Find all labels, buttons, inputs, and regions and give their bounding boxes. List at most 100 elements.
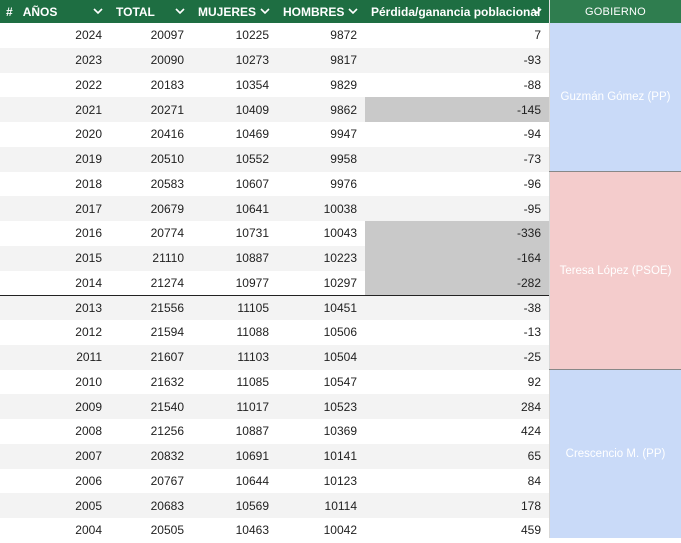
cell-year[interactable]: 2004 — [0, 518, 110, 543]
cell-women[interactable]: 10607 — [192, 172, 277, 197]
cell-total[interactable]: 20183 — [110, 73, 192, 98]
cell-total[interactable]: 20679 — [110, 196, 192, 221]
cell-women[interactable]: 10977 — [192, 271, 277, 296]
table-row[interactable]: 2006 20767 10644 10123 84 — [0, 469, 549, 494]
cell-diff[interactable]: 459 — [365, 518, 549, 543]
header-total[interactable]: TOTAL — [110, 0, 192, 23]
cell-diff[interactable]: -96 — [365, 172, 549, 197]
cell-diff[interactable]: -88 — [365, 73, 549, 98]
table-row[interactable]: 2004 20505 10463 10042 459 — [0, 518, 549, 543]
cell-diff[interactable]: -94 — [365, 122, 549, 147]
cell-women[interactable]: 10273 — [192, 48, 277, 73]
cell-year[interactable]: 2023 — [0, 48, 110, 73]
cell-total[interactable]: 21540 — [110, 394, 192, 419]
table-row[interactable]: 2020 20416 10469 9947 -94 — [0, 122, 549, 147]
header-years[interactable]: # AÑOS — [0, 0, 110, 23]
cell-year[interactable]: 2005 — [0, 493, 110, 518]
header-women[interactable]: MUJERES — [192, 0, 277, 23]
cell-total[interactable]: 20090 — [110, 48, 192, 73]
cell-women[interactable]: 11017 — [192, 394, 277, 419]
cell-diff[interactable]: 84 — [365, 469, 549, 494]
cell-year[interactable]: 2020 — [0, 122, 110, 147]
table-row[interactable]: 2022 20183 10354 9829 -88 — [0, 73, 549, 98]
cell-men[interactable]: 10141 — [277, 444, 365, 469]
cell-women[interactable]: 10641 — [192, 196, 277, 221]
cell-year[interactable]: 2014 — [0, 271, 110, 296]
cell-total[interactable]: 20510 — [110, 147, 192, 172]
table-row[interactable]: 2010 21632 11085 10547 92 — [0, 370, 549, 395]
table-row[interactable]: 2015 21110 10887 10223 -164 — [0, 245, 549, 271]
cell-total[interactable]: 20505 — [110, 518, 192, 543]
table-row[interactable]: 2011 21607 11103 10504 -25 — [0, 344, 549, 370]
cell-women[interactable]: 11103 — [192, 345, 277, 370]
cell-men[interactable]: 10504 — [277, 345, 365, 370]
cell-men[interactable]: 9947 — [277, 122, 365, 147]
cell-diff[interactable]: -13 — [365, 320, 549, 345]
cell-men[interactable]: 9829 — [277, 73, 365, 98]
cell-women[interactable]: 10569 — [192, 493, 277, 518]
cell-men[interactable]: 10523 — [277, 394, 365, 419]
cell-year[interactable]: 2009 — [0, 394, 110, 419]
cell-diff[interactable]: -93 — [365, 48, 549, 73]
chevron-down-icon[interactable] — [174, 5, 186, 17]
gov-cell-guzman[interactable]: Guzmán Gómez (PP) — [549, 23, 681, 172]
table-row[interactable]: 2005 20683 10569 10114 178 — [0, 493, 549, 518]
cell-year[interactable]: 2013 — [0, 296, 110, 320]
cell-year[interactable]: 2006 — [0, 469, 110, 494]
cell-women[interactable]: 10887 — [192, 419, 277, 444]
cell-total[interactable]: 21110 — [110, 246, 192, 271]
table-row[interactable]: 2024 20097 10225 9872 7 — [0, 23, 549, 48]
cell-total[interactable]: 20271 — [110, 97, 192, 122]
cell-year[interactable]: 2010 — [0, 370, 110, 395]
table-row[interactable]: 2017 20679 10641 10038 -95 — [0, 196, 549, 221]
cell-year[interactable]: 2008 — [0, 419, 110, 444]
cell-diff[interactable]: -95 — [365, 196, 549, 221]
cell-diff[interactable]: 65 — [365, 444, 549, 469]
cell-total[interactable]: 20416 — [110, 122, 192, 147]
table-row[interactable]: 2018 20583 10607 9976 -96 — [0, 172, 549, 197]
cell-men[interactable]: 10451 — [277, 296, 365, 320]
cell-women[interactable]: 10409 — [192, 97, 277, 122]
cell-total[interactable]: 20097 — [110, 23, 192, 48]
table-row[interactable]: 2013 21556 11105 10451 -38 — [0, 295, 549, 320]
table-row[interactable]: 2008 21256 10887 10369 424 — [0, 419, 549, 444]
cell-year[interactable]: 2015 — [0, 246, 110, 271]
cell-total[interactable]: 21594 — [110, 320, 192, 345]
gov-cell-teresa[interactable]: Teresa López (PSOE) — [549, 171, 681, 370]
header-men[interactable]: HOMBRES — [277, 0, 365, 23]
cell-year[interactable]: 2019 — [0, 147, 110, 172]
cell-diff[interactable]: 178 — [365, 493, 549, 518]
cell-men[interactable]: 9862 — [277, 97, 365, 122]
cell-year[interactable]: 2017 — [0, 196, 110, 221]
cell-men[interactable]: 10114 — [277, 493, 365, 518]
cell-women[interactable]: 10469 — [192, 122, 277, 147]
cell-diff[interactable]: -73 — [365, 147, 549, 172]
cell-year[interactable]: 2012 — [0, 320, 110, 345]
cell-diff[interactable]: 92 — [365, 370, 549, 395]
table-row[interactable]: 2012 21594 11088 10506 -13 — [0, 320, 549, 345]
cell-men[interactable]: 10223 — [277, 246, 365, 271]
cell-men[interactable]: 10042 — [277, 518, 365, 543]
cell-women[interactable]: 11105 — [192, 296, 277, 320]
cell-year[interactable]: 2022 — [0, 73, 110, 98]
chevron-down-icon[interactable] — [531, 5, 543, 17]
gov-cell-crescencio[interactable]: Crescencio M. (PP) — [549, 369, 681, 538]
cell-year[interactable]: 2024 — [0, 23, 110, 48]
cell-total[interactable]: 21607 — [110, 345, 192, 370]
cell-men[interactable]: 9817 — [277, 48, 365, 73]
cell-total[interactable]: 21632 — [110, 370, 192, 395]
cell-diff[interactable]: -145 — [365, 97, 549, 122]
cell-total[interactable]: 21556 — [110, 296, 192, 320]
chevron-down-icon[interactable] — [259, 5, 271, 17]
cell-women[interactable]: 10225 — [192, 23, 277, 48]
cell-men[interactable]: 10369 — [277, 419, 365, 444]
cell-total[interactable]: 20767 — [110, 469, 192, 494]
cell-men[interactable]: 9976 — [277, 172, 365, 197]
cell-year[interactable]: 2016 — [0, 221, 110, 246]
cell-women[interactable]: 10691 — [192, 444, 277, 469]
cell-year[interactable]: 2018 — [0, 172, 110, 197]
table-row[interactable]: 2021 20271 10409 9862 -145 — [0, 97, 549, 122]
cell-diff[interactable]: 424 — [365, 419, 549, 444]
cell-women[interactable]: 10644 — [192, 469, 277, 494]
cell-women[interactable]: 10731 — [192, 221, 277, 246]
